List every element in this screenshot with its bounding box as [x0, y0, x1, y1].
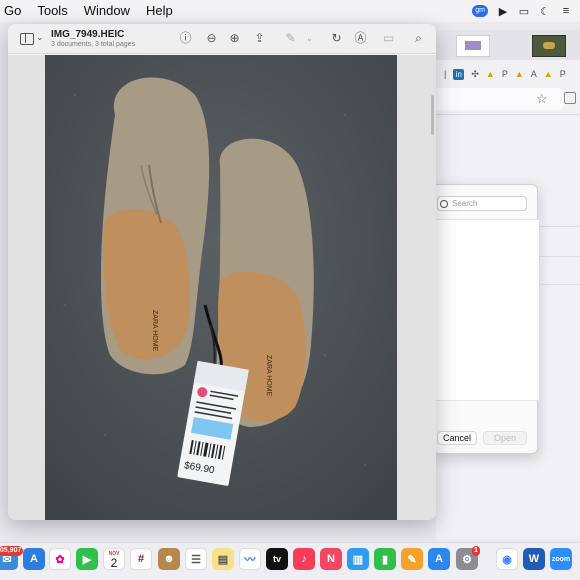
notes-icon[interactable]: ▤ — [212, 548, 234, 570]
zoom-app-icon[interactable]: zoom — [550, 548, 572, 570]
menu-bar: Go Tools Window Help gm ▶ ▭ ☾ ≡ — [0, 0, 580, 22]
document-title: IMG_7949.HEIC — [51, 29, 125, 40]
form-fill-icon[interactable]: ▭ — [382, 32, 395, 45]
zoom-out-icon[interactable]: ⊖ — [205, 32, 218, 45]
numbers-icon[interactable]: ▮ — [374, 548, 396, 570]
photos-icon[interactable]: ✿ — [49, 548, 71, 570]
bookmark-triangle-icon[interactable]: ▲ — [515, 69, 524, 79]
chevron-down-icon[interactable]: ⌄ — [36, 32, 44, 43]
app-store-icon[interactable]: A — [23, 548, 45, 570]
bookmarks-bar: | in ✣ ▲ P ▲ A ▲ P — [436, 64, 580, 84]
linkedin-icon[interactable]: in — [453, 68, 465, 80]
contacts-icon[interactable]: ☻ — [158, 548, 180, 570]
left-slipper-graphic: ZARA HOME — [100, 77, 210, 375]
app-store-2-icon[interactable]: A — [428, 548, 450, 570]
tab-thumbnail-document[interactable] — [456, 35, 490, 57]
chevron-down-icon[interactable]: ⌄ — [303, 32, 316, 45]
document-canvas: ZARA HOME ZARA HOME $69.90 — [8, 55, 436, 520]
tab-strip — [436, 30, 580, 60]
extensions-icon[interactable] — [564, 92, 576, 104]
reminders-icon[interactable]: ☰ — [185, 548, 207, 570]
search-placeholder: Search — [452, 199, 478, 208]
slack-icon[interactable]: # — [130, 548, 152, 570]
annotate-icon[interactable]: Ⓐ — [354, 32, 367, 45]
facetime-icon[interactable]: ▶ — [76, 548, 98, 570]
play-icon[interactable]: ▶ — [497, 5, 509, 18]
calendar-day: 2 — [110, 556, 118, 570]
search-icon[interactable]: ⌕ — [412, 32, 425, 45]
word-icon[interactable]: W — [523, 548, 545, 570]
bookmark-a-label[interactable]: A — [531, 69, 537, 79]
search-field[interactable]: Search — [437, 196, 527, 211]
bookmark-p-label[interactable]: P — [502, 69, 508, 79]
dark-mode-icon[interactable]: ☾ — [539, 5, 551, 18]
svg-text:ZARA HOME: ZARA HOME — [151, 310, 158, 352]
toolbar-divider — [436, 114, 580, 115]
share-icon[interactable]: ⇪ — [253, 32, 266, 45]
menu-go[interactable]: Go — [0, 0, 29, 22]
open-button[interactable]: Open — [483, 431, 527, 445]
bookmark-triangle-icon[interactable]: ▲ — [486, 69, 495, 79]
tab-thumbnail-photo[interactable] — [532, 35, 566, 57]
menu-tools[interactable]: Tools — [29, 0, 75, 22]
calendar-icon[interactable]: NOV 2 — [103, 548, 125, 570]
open-file-dialog: Search Cancel Open — [432, 184, 539, 454]
pages-icon[interactable]: ✎ — [401, 548, 423, 570]
markup-pen-icon[interactable]: ✎ — [284, 32, 297, 45]
screen-mirror-icon[interactable]: ▭ — [518, 5, 530, 18]
news-icon[interactable]: N — [320, 548, 342, 570]
zoom-in-icon[interactable]: ⊕ — [228, 32, 241, 45]
menu-help[interactable]: Help — [138, 0, 181, 22]
status-area: gm ▶ ▭ ☾ ≡ — [472, 0, 572, 22]
preview-window: ⌄ IMG_7949.HEIC 3 documents, 3 total pag… — [8, 24, 436, 520]
bookmark-p2-label[interactable]: P — [560, 69, 566, 79]
preview-toolbar: ⌄ IMG_7949.HEIC 3 documents, 3 total pag… — [8, 24, 436, 54]
bookmark-star-icon[interactable]: ☆ — [536, 91, 548, 107]
sidebar-toggle-icon[interactable] — [20, 33, 34, 45]
freeform-icon[interactable]: 〰 — [239, 548, 261, 570]
control-center-icon[interactable]: ≡ — [560, 5, 572, 17]
bookmark-separator-icon: | — [444, 69, 447, 79]
svg-text:ZARA HOME: ZARA HOME — [265, 355, 272, 397]
menu-window[interactable]: Window — [76, 0, 138, 22]
vertical-scrollbar[interactable] — [431, 95, 434, 135]
cancel-button[interactable]: Cancel — [437, 431, 477, 445]
mail-icon[interactable]: ✉ 05,907 — [0, 546, 24, 570]
chrome-icon[interactable]: ◉ — [496, 548, 518, 570]
file-list[interactable] — [433, 219, 539, 401]
music-icon[interactable]: ♪ — [293, 548, 315, 570]
bookmark-triangle-icon[interactable]: ▲ — [544, 69, 553, 79]
apple-tv-icon[interactable]: tv — [266, 548, 288, 570]
rotate-icon[interactable]: ↻ — [330, 32, 343, 45]
bookmark-gear-icon[interactable]: ✣ — [471, 69, 479, 80]
slippers-photo[interactable]: ZARA HOME ZARA HOME $69.90 — [45, 55, 397, 520]
dock: ✉ 05,907 A ✿ ▶ NOV 2 # ☻ ☰ ▤ 〰 tv ♪ N ▥ … — [0, 542, 580, 580]
system-settings-icon[interactable]: ⚙ 1 — [456, 546, 480, 570]
document-subtitle: 3 documents, 3 total pages — [51, 41, 136, 48]
settings-badge: 1 — [472, 546, 480, 556]
keynote-icon[interactable]: ▥ — [347, 548, 369, 570]
user-badge[interactable]: gm — [472, 5, 488, 17]
mail-badge: 05,907 — [0, 546, 24, 556]
search-icon — [440, 199, 448, 208]
info-icon[interactable]: ⓘ — [179, 32, 192, 45]
